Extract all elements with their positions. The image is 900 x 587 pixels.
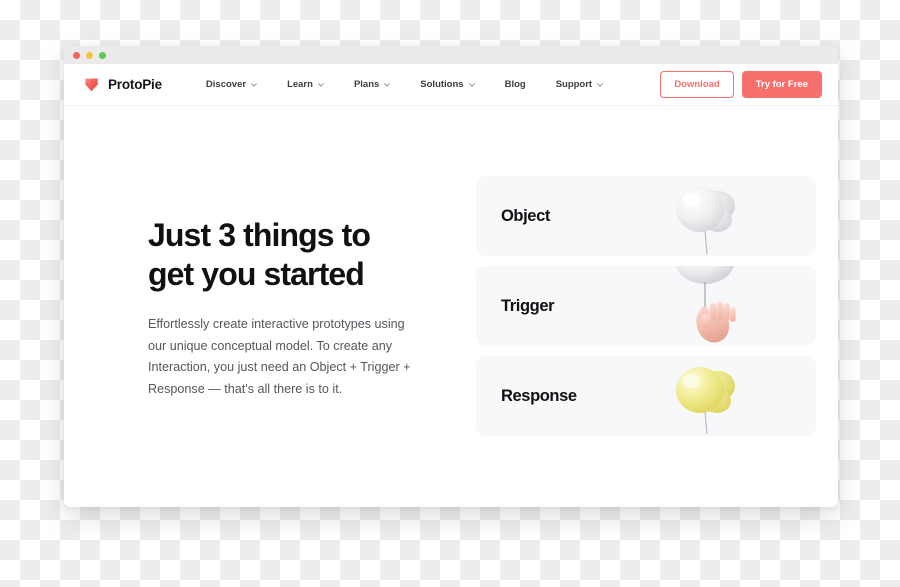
chevron-down-icon xyxy=(318,82,324,87)
close-window-button[interactable] xyxy=(73,51,80,59)
feature-card-response-label: Response xyxy=(501,386,577,405)
yellow-balloon-icon xyxy=(660,356,780,436)
nav-item-discover-label: Discover xyxy=(205,79,247,90)
brand-logo-link[interactable]: ProtoPie xyxy=(82,75,162,94)
chevron-down-icon xyxy=(468,82,475,87)
maximize-window-button[interactable] xyxy=(99,51,106,59)
nav-item-learn[interactable]: Learn xyxy=(287,79,324,90)
nav-item-solutions[interactable]: Solutions xyxy=(420,79,475,90)
chevron-down-icon xyxy=(597,82,603,87)
nav-item-plans-label: Plans xyxy=(353,79,380,90)
feature-card-object[interactable]: Object xyxy=(476,176,816,256)
feature-card-trigger[interactable]: Trigger xyxy=(476,266,816,346)
chevron-down-icon xyxy=(384,82,391,87)
page-content-area: Just 3 things to get you started Effortl… xyxy=(64,106,838,507)
hero-paragraph: Effortlessly create interactive prototyp… xyxy=(148,317,411,397)
window-title-bar xyxy=(64,46,838,64)
feature-card-trigger-label: Trigger xyxy=(501,296,555,315)
hand-grabbing-balloon-string-icon xyxy=(660,266,780,346)
brand-name-text: ProtoPie xyxy=(108,77,162,92)
browser-window: ProtoPie Discover Learn Plans Solutions … xyxy=(64,46,838,507)
nav-item-support-label: Support xyxy=(555,79,593,90)
nav-item-discover[interactable]: Discover xyxy=(206,79,257,90)
try-for-free-button[interactable]: Try for Free xyxy=(741,71,822,98)
minimize-window-button[interactable] xyxy=(86,51,93,59)
hero-heading: Just 3 things to get you started xyxy=(148,217,371,293)
feature-card-object-label: Object xyxy=(501,206,550,225)
chevron-down-icon xyxy=(251,82,257,87)
nav-links-group: Discover Learn Plans Solutions Blog Supp… xyxy=(206,79,660,90)
nav-item-solutions-label: Solutions xyxy=(420,79,464,90)
hero-text-column: Just 3 things to get you started Effortl… xyxy=(148,106,448,401)
protopie-triangle-logo-icon xyxy=(85,78,98,92)
nav-actions-group: Download Try for Free xyxy=(660,71,822,98)
nav-item-blog[interactable]: Blog xyxy=(505,79,526,90)
download-button[interactable]: Download xyxy=(660,71,734,98)
feature-cards-column: Object Trigger Response xyxy=(448,106,816,436)
feature-card-response[interactable]: Response xyxy=(476,356,816,436)
nav-item-blog-label: Blog xyxy=(504,79,526,90)
site-navigation-bar: ProtoPie Discover Learn Plans Solutions … xyxy=(64,64,838,106)
white-balloon-icon xyxy=(660,176,780,256)
nav-item-support[interactable]: Support xyxy=(556,79,603,90)
nav-item-learn-label: Learn xyxy=(287,79,313,90)
nav-item-plans[interactable]: Plans xyxy=(353,79,391,90)
